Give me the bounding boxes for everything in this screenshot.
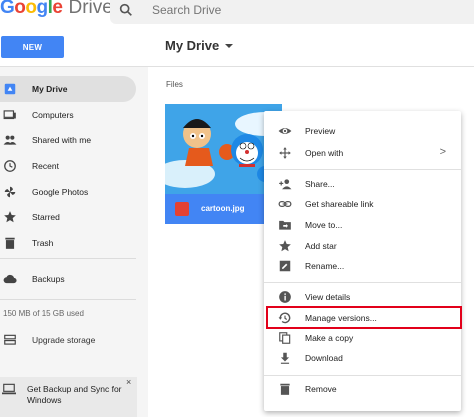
people-icon: [3, 136, 17, 146]
trash-icon: [5, 237, 15, 249]
sidebar-item-trash[interactable]: Trash: [0, 230, 136, 256]
sidebar-item-label: Backups: [32, 273, 65, 284]
app-header: Google Drive Search Drive: [0, 0, 474, 26]
chevron-down-icon[interactable]: [225, 43, 234, 48]
menu-divider: [264, 282, 461, 283]
pinwheel-icon: [4, 186, 16, 197]
sidebar-item-photos[interactable]: Google Photos: [0, 179, 136, 205]
menu-item-label: Preview: [305, 126, 336, 136]
sidebar-nav: My Drive Computers Shared with me Recent…: [0, 76, 136, 256]
menu-divider: [264, 169, 461, 170]
menu-item-label: View details: [305, 292, 351, 302]
drive-icon: [4, 83, 16, 95]
sidebar-item-label: My Drive: [32, 83, 68, 94]
menu-item-add-star[interactable]: Add star: [264, 235, 461, 257]
search-input[interactable]: Search Drive: [152, 3, 221, 17]
sidebar-item-label: Google Photos: [32, 186, 89, 197]
search-icon[interactable]: [118, 2, 134, 18]
chevron-right-icon: >: [439, 146, 446, 158]
menu-item-get-link[interactable]: Get shareable link: [264, 193, 461, 215]
menu-item-label: Add star: [305, 241, 337, 251]
menu-item-label: Make a copy: [305, 333, 354, 343]
trash-icon: [280, 383, 290, 395]
laptop-icon: [2, 383, 16, 395]
storage-icon: [4, 334, 16, 345]
google-wordmark: Google: [0, 0, 63, 18]
menu-item-label: Get shareable link: [305, 199, 374, 209]
sidebar-item-label: Starred: [32, 212, 60, 223]
person-add-icon: [279, 179, 292, 190]
sidebar-item-backups[interactable]: Backups: [0, 266, 136, 292]
context-menu: Preview Open with > Share... Get shareab…: [264, 111, 461, 411]
menu-item-view-details[interactable]: View details: [264, 286, 461, 308]
sidebar-item-computers[interactable]: Computers: [0, 102, 136, 128]
download-icon: [280, 352, 290, 364]
backup-sync-banner[interactable]: Get Backup and Sync for Windows ×: [0, 377, 137, 417]
menu-item-download[interactable]: Download: [264, 347, 461, 369]
sidebar-item-starred[interactable]: Starred: [0, 204, 136, 230]
sidebar-item-label: Computers: [32, 109, 74, 120]
menu-item-label: Share...: [305, 179, 335, 189]
menu-item-preview[interactable]: Preview: [264, 120, 461, 142]
menu-item-make-copy[interactable]: Make a copy: [264, 327, 461, 349]
storage-usage: 150 MB of 15 GB used: [3, 309, 84, 318]
menu-item-label: Move to...: [305, 220, 343, 230]
move-arrows-icon: [279, 147, 291, 159]
star-icon: [4, 211, 16, 223]
sidebar-divider: [0, 299, 136, 300]
menu-divider: [264, 375, 461, 376]
sidebar-item-label: Shared with me: [32, 135, 92, 146]
close-icon[interactable]: ×: [126, 377, 131, 387]
menu-item-open-with[interactable]: Open with >: [264, 142, 461, 164]
image-file-icon: [175, 202, 189, 216]
google-drive-logo[interactable]: Google Drive: [0, 0, 113, 23]
sidebar-divider: [0, 258, 136, 259]
link-icon: [278, 201, 292, 207]
cloud-icon: [3, 274, 17, 284]
copy-icon: [279, 332, 291, 344]
sidebar-item-shared[interactable]: Shared with me: [0, 127, 136, 153]
menu-item-label: Open with: [305, 148, 344, 158]
menu-item-move-to[interactable]: Move to...: [264, 214, 461, 236]
search-bar[interactable]: Search Drive: [110, 0, 474, 24]
sidebar: My Drive Computers Shared with me Recent…: [0, 67, 148, 417]
section-title: Files: [166, 80, 183, 89]
eye-icon: [278, 128, 292, 134]
pencil-icon: [279, 260, 291, 272]
menu-item-remove[interactable]: Remove: [264, 378, 461, 400]
sidebar-item-my-drive[interactable]: My Drive: [0, 76, 136, 102]
new-button[interactable]: NEW: [1, 36, 64, 58]
upgrade-label: Upgrade storage: [32, 335, 96, 345]
breadcrumb-current[interactable]: My Drive: [165, 38, 219, 53]
sidebar-item-label: Recent: [32, 160, 59, 171]
menu-item-rename[interactable]: Rename...: [264, 255, 461, 277]
star-icon: [279, 240, 291, 252]
menu-item-share[interactable]: Share...: [264, 173, 461, 195]
folder-move-icon: [279, 220, 291, 230]
menu-item-label: Rename...: [305, 261, 345, 271]
info-icon: [279, 291, 291, 303]
product-name: Drive: [68, 0, 113, 18]
banner-text: Get Backup and Sync for Windows: [27, 384, 122, 405]
sidebar-item-recent[interactable]: Recent: [0, 153, 136, 179]
sidebar-item-label: Trash: [32, 237, 54, 248]
highlight-box: [266, 306, 462, 329]
menu-item-label: Download: [305, 353, 343, 363]
menu-item-label: Remove: [305, 384, 337, 394]
computers-icon: [3, 110, 16, 119]
upgrade-storage-link[interactable]: Upgrade storage: [0, 330, 136, 350]
breadcrumb[interactable]: My Drive: [165, 38, 234, 53]
clock-icon: [4, 160, 16, 172]
file-name[interactable]: cartoon.jpg: [201, 204, 245, 213]
